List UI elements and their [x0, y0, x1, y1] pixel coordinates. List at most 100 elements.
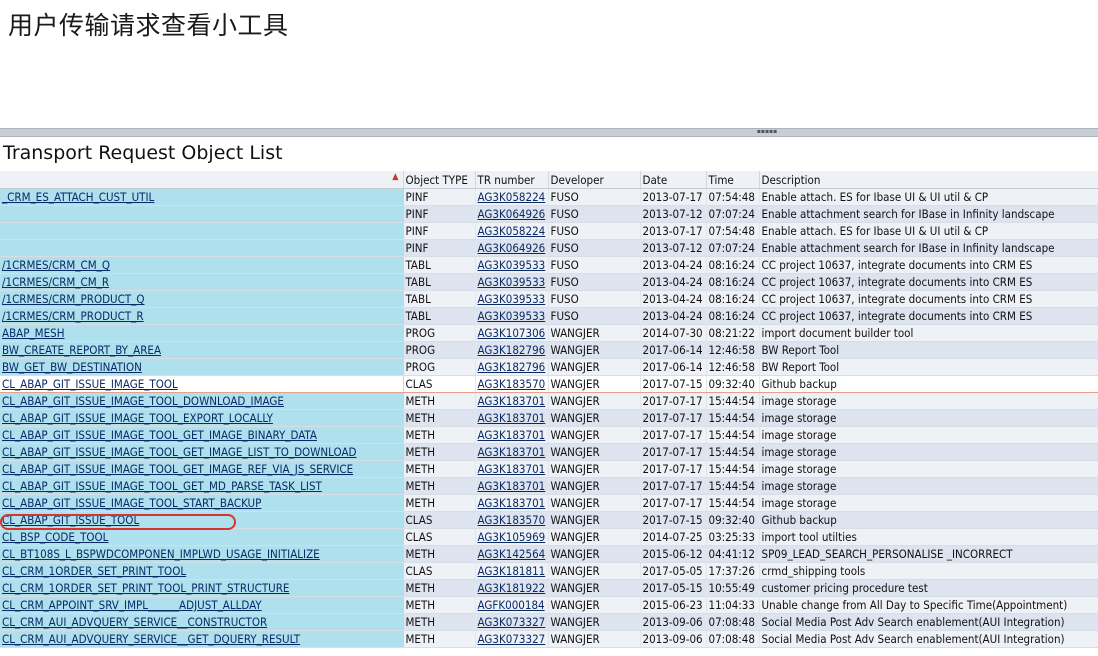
cell-tr-number-link[interactable]: AG3K183701	[478, 496, 546, 510]
column-header-object-type[interactable]: Object TYPE	[403, 171, 476, 189]
column-header-developer[interactable]: Developer	[548, 171, 641, 189]
cell-tr-number-link[interactable]: AG3K039533	[478, 292, 546, 306]
cell-tr-number[interactable]: AG3K039533	[475, 256, 549, 274]
cell-object-name[interactable]: /1CRMES/CRM_PRODUCT_R	[0, 307, 404, 325]
column-header-object[interactable]: ▲	[0, 171, 404, 189]
cell-object-name-link[interactable]: CL_ABAP_GIT_ISSUE_IMAGE_TOOL_DOWNLOAD_IM…	[2, 394, 284, 408]
cell-tr-number-link[interactable]: AG3K182796	[478, 360, 546, 374]
cell-object-name-link[interactable]: CL_ABAP_GIT_ISSUE_IMAGE_TOOL_GET_IMAGE_B…	[2, 428, 317, 442]
cell-tr-number-link[interactable]: AG3K183701	[478, 479, 546, 493]
cell-tr-number-link[interactable]: AG3K183701	[478, 394, 546, 408]
cell-tr-number-link[interactable]: AG3K183701	[478, 445, 546, 459]
cell-tr-number-link[interactable]: AG3K039533	[478, 309, 546, 323]
table-row[interactable]: /1CRMES/CRM_PRODUCT_Q TABL AG3K039533 FUSO 2…	[0, 290, 1098, 308]
table-row[interactable]: CL_ABAP_GIT_ISSUE_IMAGE_TOOL_GET_IMAGE_B…	[0, 426, 1098, 444]
cell-object-name-link[interactable]: CL_CRM_1ORDER_SET_PRINT_TOOL	[2, 564, 186, 578]
cell-tr-number[interactable]: AG3K183701	[475, 409, 549, 427]
cell-tr-number-link[interactable]: AG3K183701	[478, 411, 546, 425]
cell-tr-number-link[interactable]: AG3K058224	[478, 224, 546, 238]
cell-tr-number-link[interactable]: AG3K183701	[478, 428, 546, 442]
cell-tr-number[interactable]: AG3K073327	[475, 630, 549, 648]
cell-tr-number-link[interactable]: AG3K058224	[478, 190, 546, 204]
cell-object-name[interactable]	[0, 222, 404, 240]
table-row[interactable]: /1CRMES/CRM_CM_R TABL AG3K039533 FUSO 2013-0…	[0, 273, 1098, 291]
cell-tr-number-link[interactable]: AG3K039533	[478, 258, 546, 272]
cell-object-name-link[interactable]: /1CRMES/CRM_CM_Q	[2, 258, 110, 272]
cell-object-name[interactable]: CL_ABAP_GIT_ISSUE_TOOL	[0, 511, 404, 529]
cell-object-name-link[interactable]: CL_CRM_AUI_ADVQUERY_SERVICE__CONSTRUCTOR	[2, 615, 267, 629]
table-row[interactable]: CL_BSP_CODE_TOOL CLAS AG3K105969 WANGJER 201…	[0, 528, 1098, 546]
table-row[interactable]: CL_ABAP_GIT_ISSUE_TOOL CLAS AG3K183570 WANG…	[0, 511, 1098, 529]
cell-object-name[interactable]	[0, 205, 404, 223]
cell-object-name[interactable]: BW_GET_BW_DESTINATION	[0, 358, 404, 376]
table-row[interactable]: CL_ABAP_GIT_ISSUE_IMAGE_TOOL_EXPORT_LOCA…	[0, 409, 1098, 427]
cell-object-name-link[interactable]: /1CRMES/CRM_PRODUCT_R	[2, 309, 144, 323]
table-row[interactable]: CL_CRM_1ORDER_SET_PRINT_TOOL_PRINT_STRUC…	[0, 579, 1098, 597]
cell-tr-number[interactable]: AG3K183701	[475, 426, 549, 444]
table-row[interactable]: /1CRMES/CRM_PRODUCT_R TABL AG3K039533 FUSO 2…	[0, 307, 1098, 325]
cell-object-name[interactable]: CL_ABAP_GIT_ISSUE_IMAGE_TOOL_GET_IMAGE_R…	[0, 460, 404, 478]
cell-tr-number[interactable]: AG3K183570	[475, 375, 549, 393]
cell-tr-number[interactable]: AG3K058224	[475, 222, 549, 240]
cell-tr-number[interactable]: AG3K039533	[475, 307, 549, 325]
cell-tr-number-link[interactable]: AGFK000184	[478, 598, 545, 612]
cell-object-name[interactable]: CL_CRM_AUI_ADVQUERY_SERVICE__CONSTRUCTOR	[0, 613, 404, 631]
cell-tr-number[interactable]: AG3K183701	[475, 460, 549, 478]
table-row[interactable]: CL_ABAP_GIT_ISSUE_IMAGE_TOOL_START_BACKU…	[0, 494, 1098, 512]
cell-tr-number-link[interactable]: AG3K183570	[478, 513, 546, 527]
table-row[interactable]: PINF AG3K064926 FUSO 2013-07-12 07:07:24 Enab…	[0, 205, 1098, 223]
cell-object-name[interactable]: CL_ABAP_GIT_ISSUE_IMAGE_TOOL	[0, 375, 404, 393]
cell-object-name-link[interactable]: BW_GET_BW_DESTINATION	[2, 360, 142, 374]
cell-tr-number[interactable]: AG3K183701	[475, 392, 549, 410]
cell-object-name-link[interactable]: CL_ABAP_GIT_ISSUE_IMAGE_TOOL_EXPORT_LOCA…	[2, 411, 273, 425]
cell-tr-number-link[interactable]: AG3K183570	[478, 377, 546, 391]
cell-object-name-link[interactable]: CL_ABAP_GIT_ISSUE_TOOL	[2, 513, 139, 527]
cell-object-name[interactable]: CL_BT108S_L_BSPWDCOMPONEN_IMPLWD_USAGE_I…	[0, 545, 404, 563]
cell-object-name[interactable]: CL_CRM_APPOINT_SRV_IMPL______ADJUST_ALLD…	[0, 596, 404, 614]
cell-tr-number[interactable]: AG3K058224	[475, 188, 549, 206]
cell-tr-number-link[interactable]: AG3K181922	[478, 581, 546, 595]
cell-object-name-link[interactable]: CL_CRM_1ORDER_SET_PRINT_TOOL_PRINT_STRUC…	[2, 581, 289, 595]
cell-object-name[interactable]: CL_ABAP_GIT_ISSUE_IMAGE_TOOL_GET_IMAGE_B…	[0, 426, 404, 444]
cell-object-name[interactable]: CL_ABAP_GIT_ISSUE_IMAGE_TOOL_EXPORT_LOCA…	[0, 409, 404, 427]
cell-tr-number-link[interactable]: AG3K105969	[478, 530, 546, 544]
table-row[interactable]: CL_ABAP_GIT_ISSUE_IMAGE_TOOL_GET_IMAGE_R…	[0, 460, 1098, 478]
cell-tr-number[interactable]: AG3K142564	[475, 545, 549, 563]
table-row[interactable]: CL_ABAP_GIT_ISSUE_IMAGE_TOOL CLAS AG3K1835…	[0, 375, 1098, 393]
cell-tr-number[interactable]: AG3K073327	[475, 613, 549, 631]
table-row[interactable]: PINF AG3K064926 FUSO 2013-07-12 07:07:24 Enab…	[0, 239, 1098, 257]
cell-tr-number-link[interactable]: AG3K107306	[478, 326, 546, 340]
cell-object-name-link[interactable]: CL_ABAP_GIT_ISSUE_IMAGE_TOOL_START_BACKU…	[2, 496, 261, 510]
cell-object-name-link[interactable]: CL_ABAP_GIT_ISSUE_IMAGE_TOOL_GET_IMAGE_R…	[2, 462, 353, 476]
cell-tr-number-link[interactable]: AG3K142564	[478, 547, 546, 561]
cell-object-name-link[interactable]: _CRM_ES_ATTACH_CUST_UTIL	[2, 190, 154, 204]
cell-object-name[interactable]: /1CRMES/CRM_PRODUCT_Q	[0, 290, 404, 308]
table-row[interactable]: CL_CRM_1ORDER_SET_PRINT_TOOL CLAS AG3K1818…	[0, 562, 1098, 580]
table-row[interactable]: CL_ABAP_GIT_ISSUE_IMAGE_TOOL_GET_MD_PARS…	[0, 477, 1098, 495]
cell-tr-number[interactable]: AG3K181811	[475, 562, 549, 580]
cell-object-name-link[interactable]: CL_BT108S_L_BSPWDCOMPONEN_IMPLWD_USAGE_I…	[2, 547, 320, 561]
cell-object-name[interactable]: CL_CRM_AUI_ADVQUERY_SERVICE__GET_DQUERY_…	[0, 630, 404, 648]
cell-object-name[interactable]: BW_CREATE_REPORT_BY_AREA	[0, 341, 404, 359]
cell-object-name-link[interactable]: /1CRMES/CRM_PRODUCT_Q	[2, 292, 145, 306]
cell-object-name-link[interactable]: CL_CRM_AUI_ADVQUERY_SERVICE__GET_DQUERY_…	[2, 632, 300, 646]
column-header-time[interactable]: Time	[706, 171, 760, 189]
cell-object-name[interactable]: CL_BSP_CODE_TOOL	[0, 528, 404, 546]
splitter-bar[interactable]: ▪▪▪▪▪	[0, 128, 1098, 137]
cell-tr-number[interactable]: AG3K105969	[475, 528, 549, 546]
cell-object-name-link[interactable]: CL_BSP_CODE_TOOL	[2, 530, 108, 544]
cell-tr-number[interactable]: AG3K064926	[475, 205, 549, 223]
table-row[interactable]: CL_CRM_APPOINT_SRV_IMPL______ADJUST_ALLD…	[0, 596, 1098, 614]
cell-tr-number-link[interactable]: AG3K181811	[478, 564, 546, 578]
cell-object-name-link[interactable]: CL_ABAP_GIT_ISSUE_IMAGE_TOOL_GET_MD_PARS…	[2, 479, 322, 493]
cell-tr-number[interactable]: AG3K183701	[475, 443, 549, 461]
table-row[interactable]: CL_ABAP_GIT_ISSUE_IMAGE_TOOL_GET_IMAGE_L…	[0, 443, 1098, 461]
cell-tr-number[interactable]: AG3K107306	[475, 324, 549, 342]
cell-tr-number[interactable]: AG3K183701	[475, 477, 549, 495]
cell-tr-number[interactable]: AG3K182796	[475, 358, 549, 376]
table-row[interactable]: CL_ABAP_GIT_ISSUE_IMAGE_TOOL_DOWNLOAD_IM…	[0, 392, 1098, 410]
column-header-tr-number[interactable]: TR number	[475, 171, 549, 189]
cell-tr-number[interactable]: AG3K181922	[475, 579, 549, 597]
splitter-grip-icon[interactable]: ▪▪▪▪▪	[756, 129, 778, 135]
cell-tr-number-link[interactable]: AG3K039533	[478, 275, 546, 289]
